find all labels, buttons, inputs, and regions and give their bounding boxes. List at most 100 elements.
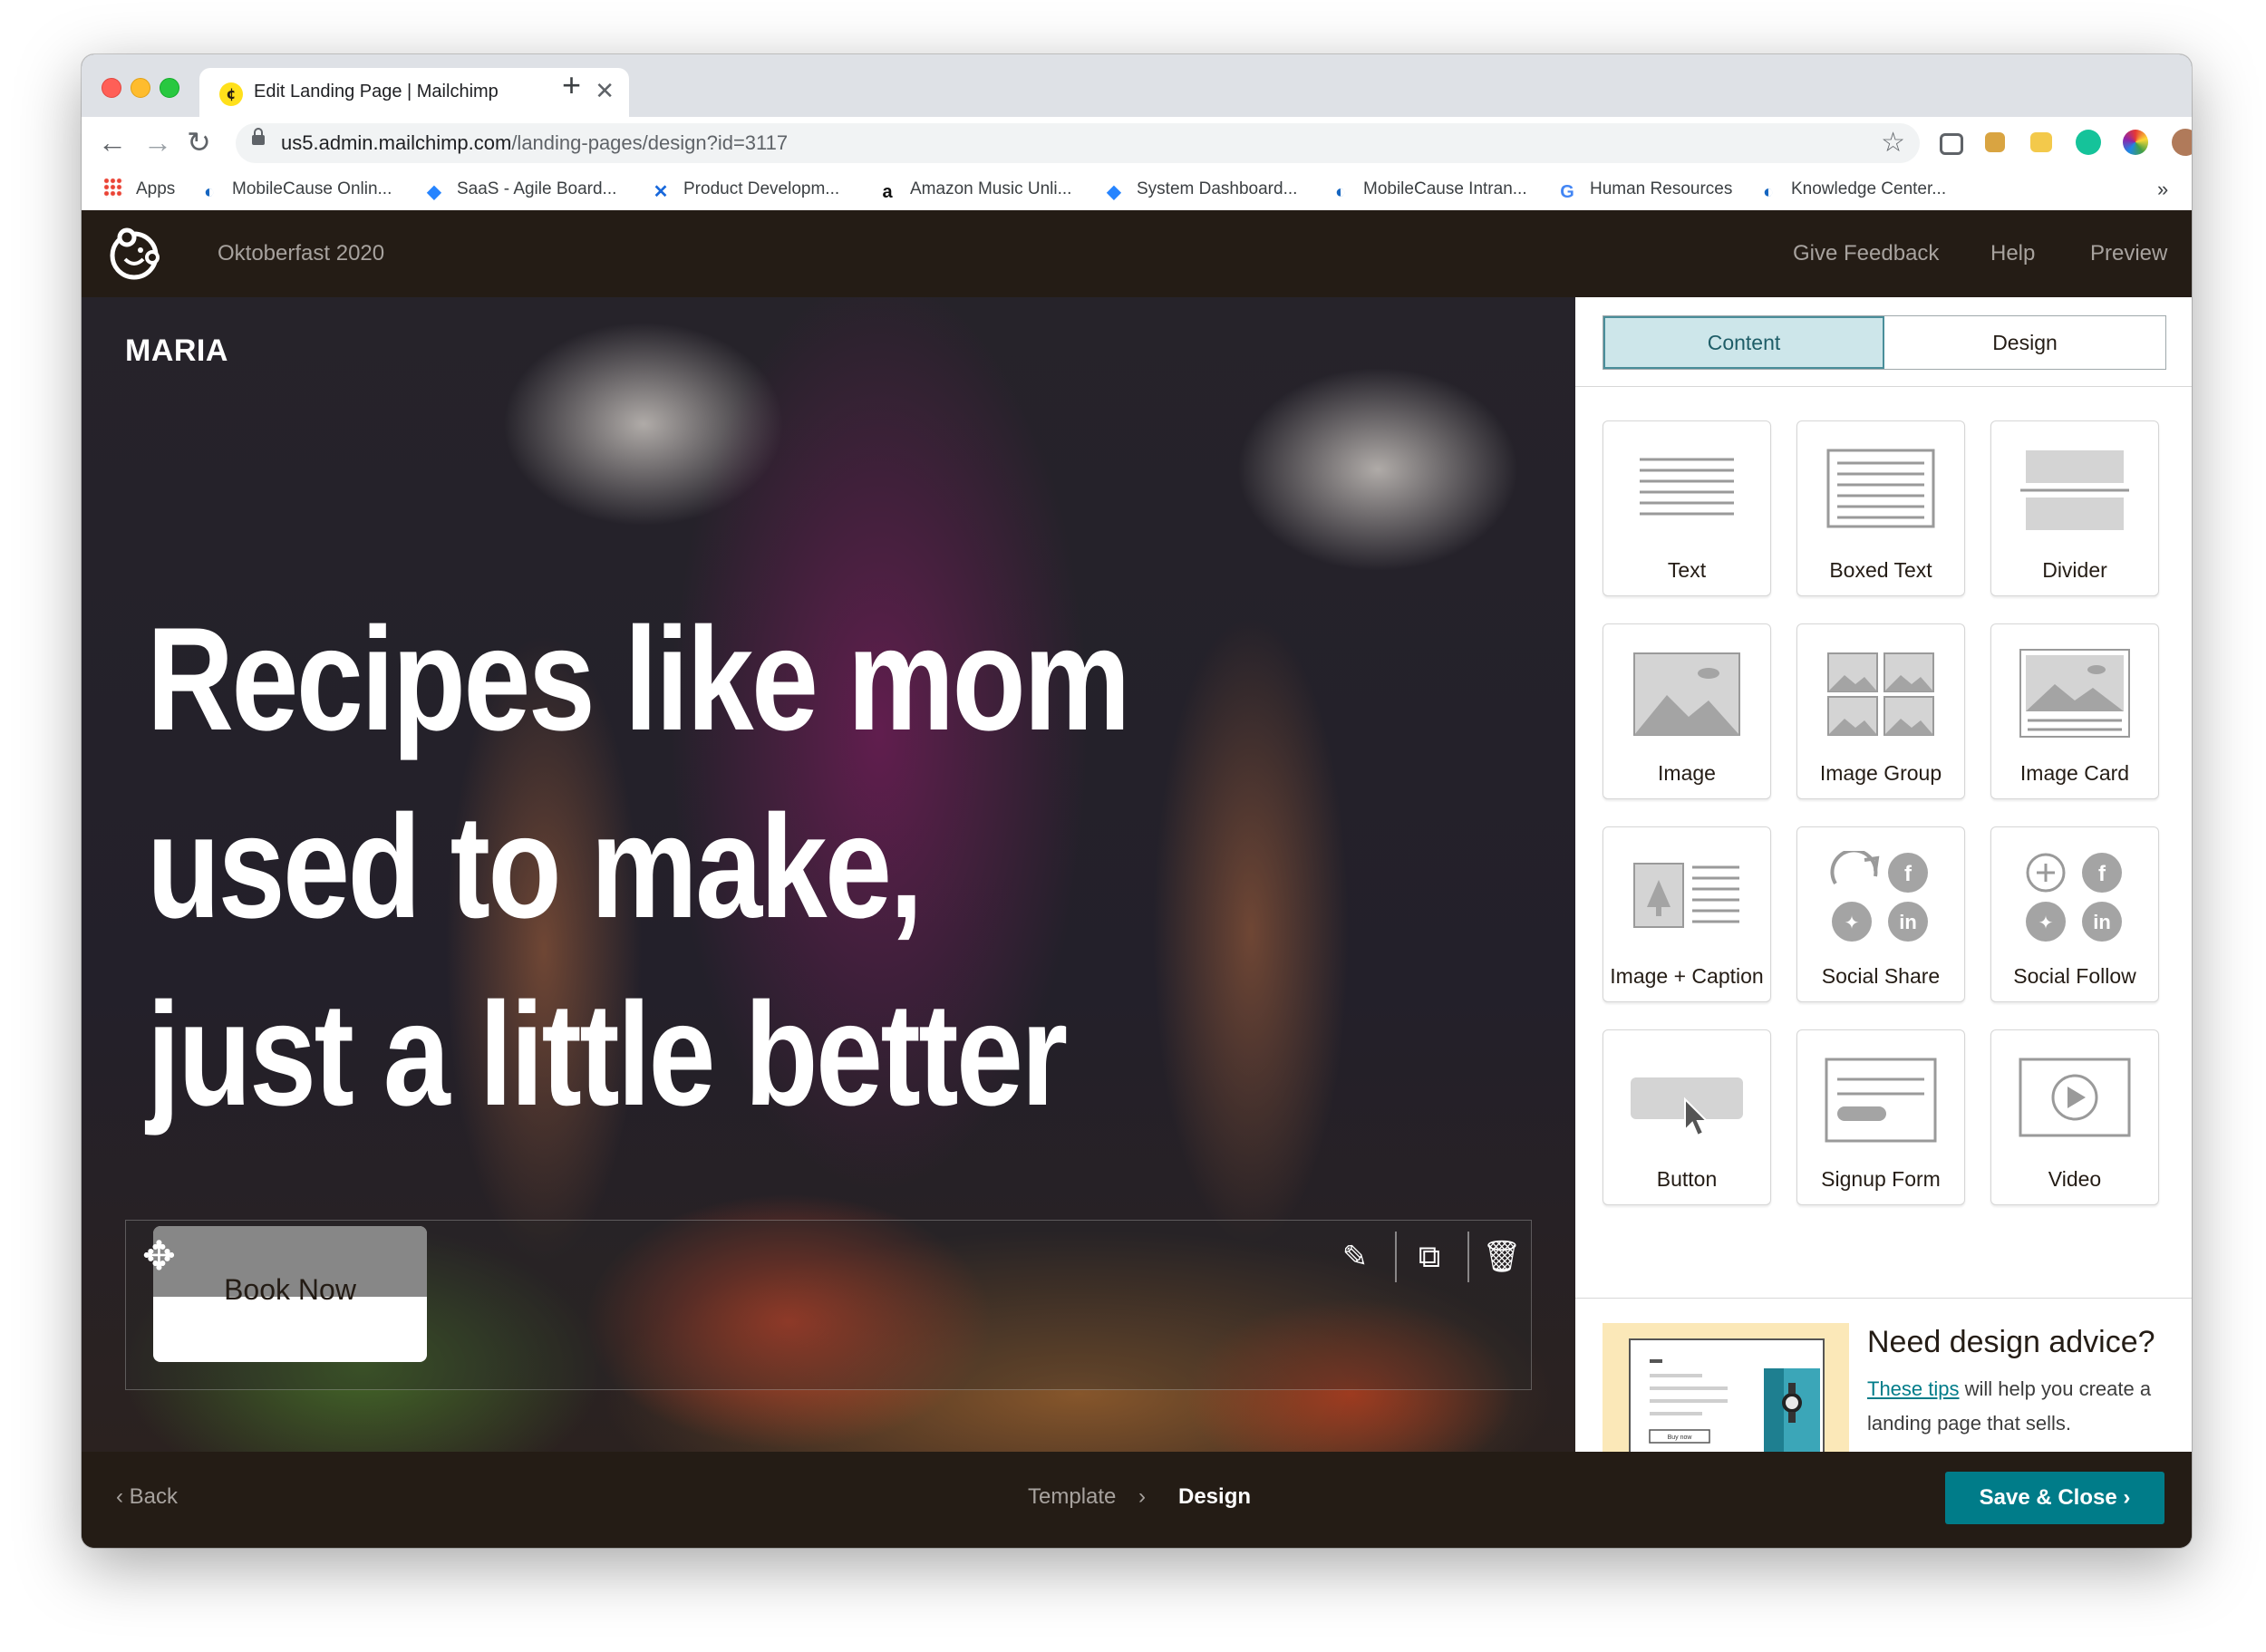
breadcrumb-design: Design xyxy=(1178,1484,1252,1509)
block-label: Image Card xyxy=(2019,761,2130,785)
profile-avatar[interactable] xyxy=(2172,129,2192,156)
move-icon[interactable]: ✥ xyxy=(142,1237,176,1277)
bookmarks-bar: Apps ◐ MobileCause Onlin... ◆ SaaS - Agile… xyxy=(82,169,2192,211)
more-bookmarks-icon[interactable]: » xyxy=(2157,177,2168,202)
selected-button-block[interactable]: Book Now ✥ ✎ ⧉ 🗑 xyxy=(125,1220,1532,1390)
block-image[interactable]: Image xyxy=(1603,623,1771,799)
bookmark-saas-agile-board[interactable]: ◆ SaaS - Agile Board... xyxy=(424,177,616,202)
bookmark-product-development[interactable]: ✕ Product Developm... xyxy=(651,177,840,202)
mailchimp-logo-icon[interactable] xyxy=(107,227,161,281)
grammarly-extension-icon[interactable] xyxy=(2076,130,2101,155)
screenshot-extension-icon[interactable] xyxy=(1940,133,1963,155)
text-block-icon xyxy=(1640,458,1734,516)
design-advice-title: Need design advice? xyxy=(1867,1325,2155,1359)
browser-toolbar: ← → ↻ us5.admin.mailchimp.com/landing-pa… xyxy=(82,117,2192,169)
svg-text:✦: ✦ xyxy=(2038,912,2054,933)
minimize-window-button[interactable] xyxy=(131,78,150,98)
book-now-button[interactable]: Book Now xyxy=(153,1226,427,1362)
confluence-icon: ✕ xyxy=(653,182,669,202)
help-link[interactable]: Help xyxy=(1990,241,2035,266)
bookmark-apps[interactable]: Apps xyxy=(103,177,175,202)
block-image-caption[interactable]: Image + Caption xyxy=(1603,826,1771,1002)
headline-line: just a little better xyxy=(147,972,1068,1136)
bookmark-amazon-music[interactable]: a Amazon Music Unli... xyxy=(877,177,1071,202)
tab-title: Edit Landing Page | Mailchimp xyxy=(254,82,499,101)
panel-tabs: Content Design xyxy=(1603,315,2166,370)
block-boxed-text[interactable]: Boxed Text xyxy=(1796,420,1965,596)
these-tips-link[interactable]: These tips xyxy=(1867,1377,1960,1400)
block-label: Divider xyxy=(2042,558,2107,582)
bookmark-knowledge-center[interactable]: ◐ Knowledge Center... xyxy=(1758,177,1946,202)
page-headline[interactable]: Recipes like mom used to make, just a li… xyxy=(147,585,1262,1148)
image-card-block-icon xyxy=(2019,649,2130,738)
block-label: Image + Caption xyxy=(1610,964,1764,988)
block-label: Text xyxy=(1667,558,1707,582)
forward-arrow-icon[interactable]: → xyxy=(143,122,172,162)
block-label: Signup Form xyxy=(1821,1167,1941,1191)
video-block-icon xyxy=(2019,1058,2131,1137)
block-image-card[interactable]: Image Card xyxy=(1990,623,2159,799)
hammer-extension-icon[interactable] xyxy=(1985,132,2005,152)
delete-trash-icon[interactable]: 🗑 xyxy=(1475,1232,1529,1282)
apps-grid-icon xyxy=(103,178,123,198)
block-social-follow[interactable]: f ✦ in Social Follow xyxy=(1990,826,2159,1002)
block-label: Image Group xyxy=(1819,761,1942,785)
block-video[interactable]: Video xyxy=(1990,1029,2159,1205)
block-button[interactable]: Button xyxy=(1603,1029,1771,1205)
new-tab-button[interactable]: + xyxy=(562,69,581,101)
mailchimp-favicon-icon: ¢ xyxy=(219,82,243,106)
mobilecause-icon: ◐ xyxy=(1334,182,1347,202)
bookmark-system-dashboard[interactable]: ◆ System Dashboard... xyxy=(1104,177,1297,202)
brand-name[interactable]: MARIA xyxy=(125,333,228,369)
tab-close-icon[interactable]: ✕ xyxy=(595,77,615,104)
edit-pencil-icon[interactable]: ✎ xyxy=(1328,1232,1382,1282)
bookmark-mobilecause-intranet[interactable]: ◐ MobileCause Intran... xyxy=(1331,177,1527,202)
svg-text:in: in xyxy=(2093,911,2111,933)
headline-line: used to make, xyxy=(147,785,923,949)
svg-text:in: in xyxy=(1899,911,1917,933)
divider-block-icon xyxy=(2020,450,2129,530)
jira-icon: ◆ xyxy=(427,182,441,202)
social-follow-block-icon: f ✦ in xyxy=(2026,853,2122,942)
block-text[interactable]: Text xyxy=(1603,420,1771,596)
boxed-text-block-icon xyxy=(1826,449,1935,528)
bookmark-human-resources[interactable]: G Human Resources xyxy=(1557,177,1732,202)
svg-text:✦: ✦ xyxy=(1845,912,1860,933)
tab-design[interactable]: Design xyxy=(1884,316,2165,369)
pencil-extension-icon[interactable] xyxy=(2030,132,2052,152)
address-bar[interactable]: us5.admin.mailchimp.com/landing-pages/de… xyxy=(236,123,1920,163)
book-now-label: Book Now xyxy=(224,1273,356,1306)
block-divider[interactable]: Divider xyxy=(1990,420,2159,596)
app-header: Oktoberfast 2020 Give Feedback Help Prev… xyxy=(82,210,2192,297)
back-arrow-icon[interactable]: ← xyxy=(98,122,127,162)
back-link[interactable]: ‹ Back xyxy=(116,1484,178,1510)
block-social-share[interactable]: f ✦ in Social Share xyxy=(1796,826,1965,1002)
campaign-name: Oktoberfast 2020 xyxy=(218,241,385,266)
browser-tabstrip: ¢ Edit Landing Page | Mailchimp ✕ + xyxy=(82,54,2192,117)
breadcrumb-template[interactable]: Template xyxy=(1028,1484,1116,1510)
chevron-left-icon: ‹ xyxy=(116,1484,130,1509)
preview-link[interactable]: Preview xyxy=(2090,241,2167,266)
design-advice-text: These tips will help you create a landin… xyxy=(1867,1377,2152,1435)
chevron-right-icon: › xyxy=(2116,1485,2131,1510)
maximize-window-button[interactable] xyxy=(160,78,179,98)
bookmark-mobilecause-online[interactable]: ◐ MobileCause Onlin... xyxy=(199,177,392,202)
save-and-close-button[interactable]: Save & Close › xyxy=(1945,1472,2164,1524)
block-image-group[interactable]: Image Group xyxy=(1796,623,1965,799)
block-label: Image xyxy=(1658,761,1716,785)
give-feedback-link[interactable]: Give Feedback xyxy=(1793,241,1939,266)
lock-icon xyxy=(252,128,265,145)
color-picker-extension-icon[interactable] xyxy=(2123,130,2148,155)
bookmark-star-icon[interactable]: ☆ xyxy=(1881,127,1905,159)
landing-page-canvas[interactable]: MARIA Recipes like mom used to make, jus… xyxy=(82,297,1575,1452)
image-block-icon xyxy=(1633,652,1740,736)
reload-icon[interactable]: ↻ xyxy=(187,122,211,162)
duplicate-icon[interactable]: ⧉ xyxy=(1402,1232,1457,1282)
browser-window: ¢ Edit Landing Page | Mailchimp ✕ + ← → … xyxy=(82,54,2192,1548)
thumb-buy-now-label: Buy now xyxy=(1668,1435,1693,1441)
tab-content[interactable]: Content xyxy=(1603,316,1884,369)
close-window-button[interactable] xyxy=(102,78,121,98)
block-signup-form[interactable]: Signup Form xyxy=(1796,1029,1965,1205)
headline-line: Recipes like mom xyxy=(147,597,1130,761)
image-caption-block-icon xyxy=(1633,863,1739,928)
